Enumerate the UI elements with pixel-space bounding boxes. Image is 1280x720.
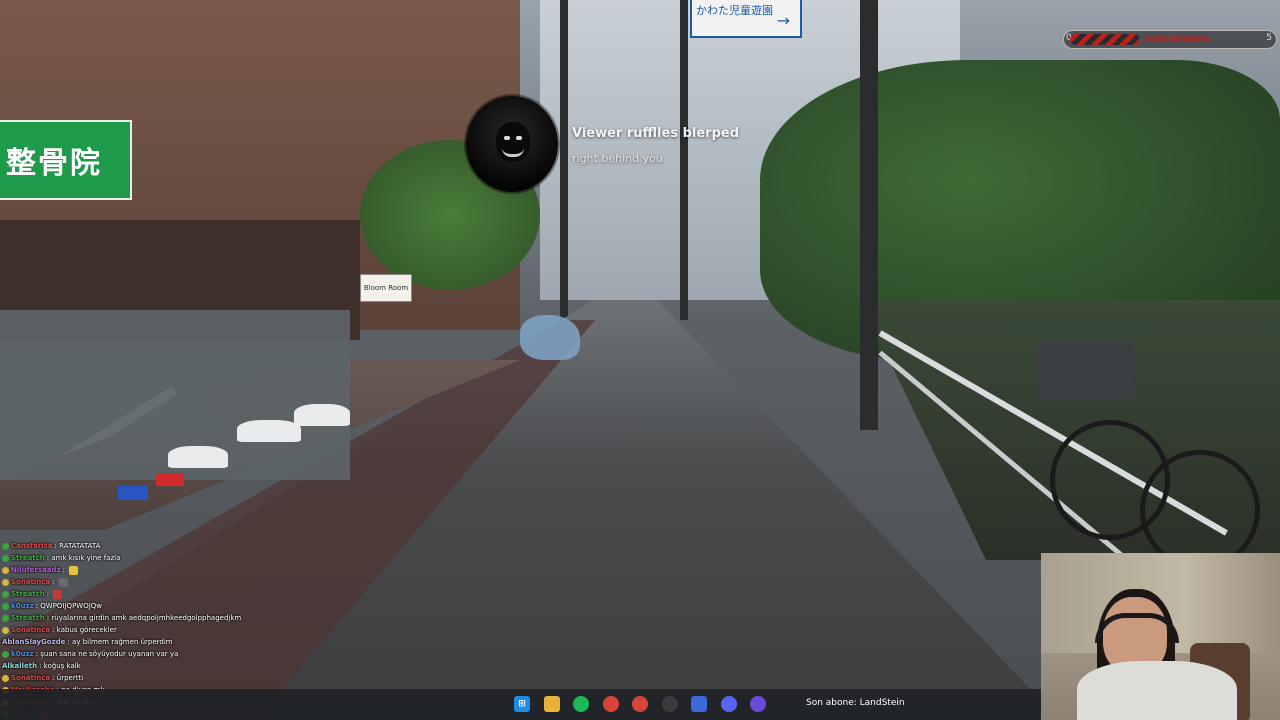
chat-username[interactable]: Nilüfersaadz [11,564,61,576]
barrier-block [237,420,301,442]
spotify-icon[interactable] [573,696,589,712]
chat-badge-icon [2,602,9,610]
chat-text: şuan sana ne söyüyodur uyanan var ya [40,650,179,658]
chrome-profile-icon[interactable] [632,696,648,712]
chat-text: kabus görecekler [56,626,117,634]
bicycle [1030,340,1260,570]
chat-username[interactable]: Streatch [11,612,45,624]
chat-message: k0uzz: şuan sana ne söyüyodur uyanan var… [2,648,332,660]
chat-message: Streatch: [2,588,332,600]
chat-badge-icon [2,626,9,634]
chat-username[interactable]: Alkalleth [2,660,37,672]
chat-message: Alkalleth: koğuş kalk [2,660,332,672]
subscriber-goal-target: 5 [1266,33,1272,43]
street-sign: かわた児童遊園 → [690,0,802,38]
chat-badge-icon [2,542,9,550]
chat-username[interactable]: Streatch [11,552,45,564]
notification-subtitle: right behind you [572,152,663,165]
chat-message: Cansfarisa: RATATATATA [2,540,332,552]
chat-separator: : [52,578,57,586]
chat-badge-icon [2,578,9,586]
blue-tarp [520,315,580,360]
chat-message: k0uzz: QWPOIJQPWOJQw [2,600,332,612]
streamer-body [1077,661,1237,720]
chat-separator: : [62,566,68,574]
blue-block [118,486,148,500]
chat-username[interactable]: Sonatinca [11,672,50,684]
chat-message: Streatch: rüyalarına girdin amk aedqpolj… [2,612,332,624]
barrier-block [168,446,228,468]
windows-start-icon[interactable]: ⊞ [514,696,530,712]
discord-icon[interactable] [720,696,737,712]
bike-wheel [1140,450,1260,570]
chat-text: amk kısık yine fazla [51,554,121,562]
taskbar: Son abone: LandStein ⊞ [0,689,1041,720]
chat-username[interactable]: Streatch [11,588,45,600]
chat-username[interactable]: Sonatinca [11,624,50,636]
chat-badge-icon [2,650,9,658]
notification-avatar [466,96,558,192]
follow-notification: Viewer rufflles blerped right behind you [466,96,766,192]
notification-title: Viewer rufflles blerped [572,126,740,141]
chat-message: AblanSlayGozde: ay bilmem rağmen ürperdi… [2,636,332,648]
chat-text: QWPOIJQPWOJQw [40,602,103,610]
chat-message: Sonatinca: [2,576,332,588]
chat-emote-icon [58,577,68,587]
chat-text: ay bilmem rağmen ürperdim [72,638,173,646]
chat-badge-icon [2,554,9,562]
chat-message: Sonatinca: kabus görecekler [2,624,332,636]
red-block [156,473,184,486]
barrier-block [294,404,350,426]
chat-emote-icon [53,589,63,599]
chat-text: RATATATATA [59,542,101,550]
chat-text: ürpertti [56,674,84,682]
subscriber-progress-fill [1070,34,1140,45]
bike-basket [1038,340,1134,400]
chat-username[interactable]: Cansfarisa [11,540,53,552]
subscriber-goal-bar: 0 SUBSCRIBERS 5 [1063,30,1277,49]
arrow-right-icon: → [776,11,790,30]
chat-message: Nilüfersaadz: [2,564,332,576]
chat-badge-icon [2,674,9,682]
chat-username[interactable]: AblanSlayGozde [2,636,65,648]
chat-message: Streatch: amk kısık yine fazla [2,552,332,564]
chat-text: rüyalarına girdin amk aedqpoljmhkeedgolp… [51,614,242,622]
chat-username[interactable]: k0uzz [11,648,34,660]
chat-text: koğuş kalk [43,662,81,670]
chat-message: Sonatinca: ürpertti [2,672,332,684]
chrome-icon[interactable] [602,696,619,712]
file-explorer-icon[interactable] [543,696,560,712]
green-sign: 整骨院 [0,120,132,200]
subscriber-goal-label: SUBSCRIBERS [1144,34,1210,43]
chat-username[interactable]: Sonatinca [11,576,50,588]
latest-subscriber-label: Son abone: LandStein [806,698,905,708]
chat-badge-icon [2,614,9,622]
obs-icon[interactable] [661,696,678,712]
chat-badge-icon [2,566,9,574]
streamlabs-icon[interactable] [750,696,766,712]
app-icon[interactable] [691,696,707,712]
webcam-feed [1041,553,1280,720]
utility-pole [860,0,878,430]
chat-badge-icon [2,590,9,598]
small-sign: Bloom Room [360,274,412,302]
chat-emote-icon [69,565,79,575]
chat-separator: : [46,590,52,598]
chat-username[interactable]: k0uzz [11,600,34,612]
